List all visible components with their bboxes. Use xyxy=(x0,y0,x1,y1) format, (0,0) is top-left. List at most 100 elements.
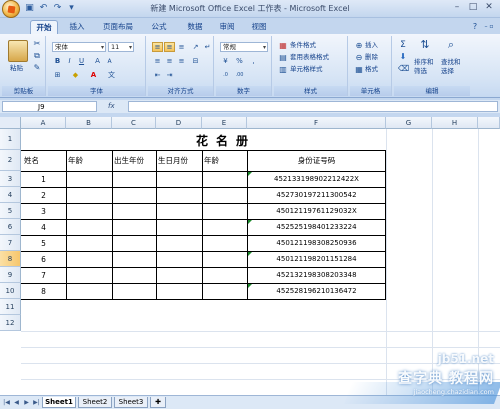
fill-icon[interactable]: ⬇ xyxy=(398,52,408,62)
tab-review[interactable]: 审阅 xyxy=(214,20,240,34)
insert-cells-button[interactable]: 插入 xyxy=(365,41,378,50)
row-header-9[interactable]: 9 xyxy=(0,267,21,283)
cut-icon[interactable]: ✂ xyxy=(32,39,42,49)
header-id-number[interactable]: 身份证号码 xyxy=(247,155,386,166)
record-id[interactable]: 450121198308250936 xyxy=(247,239,386,247)
table-format-icon[interactable]: ▤ xyxy=(278,53,288,63)
fx-icon[interactable]: fx xyxy=(108,101,124,112)
decrease-decimal-icon[interactable]: .00 xyxy=(234,70,245,80)
record-id[interactable]: 450121198201151284 xyxy=(247,255,386,263)
record-no[interactable]: 3 xyxy=(21,207,66,216)
tab-formulas[interactable]: 公式 xyxy=(146,20,172,34)
row-header-10[interactable]: 10 xyxy=(0,283,21,299)
worksheet-grid[interactable]: A B C D E F G H 1 2 3 4 5 6 7 8 9 10 11 … xyxy=(0,117,500,395)
phonetic-icon[interactable]: 文 xyxy=(106,70,117,80)
shrink-font-icon[interactable]: A xyxy=(104,56,115,66)
align-top-icon[interactable]: ≡ xyxy=(152,42,163,52)
wrap-text-icon[interactable]: ↵ xyxy=(202,42,213,52)
italic-button[interactable]: I xyxy=(64,56,75,66)
bold-button[interactable]: B xyxy=(52,56,63,66)
comma-icon[interactable]: , xyxy=(248,56,259,66)
row-header-3[interactable]: 3 xyxy=(0,171,21,187)
font-color-icon[interactable]: A xyxy=(88,70,99,80)
error-indicator-icon[interactable] xyxy=(248,252,252,256)
record-no[interactable]: 6 xyxy=(21,255,66,264)
delete-cells-button[interactable]: 删除 xyxy=(365,53,378,62)
orientation-icon[interactable]: ↗ xyxy=(190,42,201,52)
close-icon[interactable]: ✕ xyxy=(482,2,496,14)
tab-page-layout[interactable]: 页面布局 xyxy=(98,20,138,34)
column-header-e[interactable]: E xyxy=(202,117,247,129)
conditional-format-icon[interactable]: ▦ xyxy=(278,41,288,51)
error-indicator-icon[interactable] xyxy=(248,220,252,224)
copy-icon[interactable]: ⧉ xyxy=(32,51,42,61)
percent-icon[interactable]: % xyxy=(234,56,245,66)
row-header-4[interactable]: 4 xyxy=(0,187,21,203)
last-sheet-icon[interactable]: ▶| xyxy=(32,398,41,407)
align-left-icon[interactable]: ≡ xyxy=(152,56,163,66)
delete-cells-icon[interactable]: ⊖ xyxy=(354,53,364,63)
column-header-b[interactable]: B xyxy=(66,117,112,129)
record-id[interactable]: 452528196210136472 xyxy=(247,287,386,295)
number-format-combo[interactable]: 常规 xyxy=(220,42,268,52)
column-header-c[interactable]: C xyxy=(112,117,156,129)
find-select-icon[interactable]: ⌕ xyxy=(444,39,458,50)
increase-decimal-icon[interactable]: .0 xyxy=(220,70,231,80)
tab-view[interactable]: 视图 xyxy=(246,20,272,34)
align-right-icon[interactable]: ≡ xyxy=(176,56,187,66)
align-middle-icon[interactable]: ≡ xyxy=(164,42,175,52)
record-id[interactable]: 452132198308203348 xyxy=(247,271,386,279)
paste-button[interactable]: 粘贴 xyxy=(10,64,23,73)
maximize-icon[interactable]: □ xyxy=(466,2,480,14)
font-size-combo[interactable]: 11 xyxy=(108,42,134,52)
autosum-icon[interactable]: Σ xyxy=(398,40,408,50)
borders-icon[interactable]: ⊞ xyxy=(52,70,63,80)
sheet-tab-1[interactable]: Sheet1 xyxy=(42,397,76,408)
error-indicator-icon[interactable] xyxy=(248,284,252,288)
formula-input[interactable] xyxy=(128,101,498,112)
record-id[interactable]: 452525198401233224 xyxy=(247,223,386,231)
currency-icon[interactable]: ¥ xyxy=(220,56,231,66)
align-center-icon[interactable]: ≡ xyxy=(164,56,175,66)
header-birth-month[interactable]: 生日月份 xyxy=(158,155,188,166)
merge-center-icon[interactable]: ⊟ xyxy=(190,56,201,66)
underline-button[interactable]: U xyxy=(76,56,87,66)
grow-font-icon[interactable]: A xyxy=(92,56,103,66)
insert-cells-icon[interactable]: ⊕ xyxy=(354,41,364,51)
cell-style-icon[interactable]: ▥ xyxy=(278,65,288,75)
row-header-8[interactable]: 8 xyxy=(0,251,21,267)
format-painter-icon[interactable]: ✎ xyxy=(32,63,42,73)
tab-data[interactable]: 数据 xyxy=(182,20,208,34)
column-header-d[interactable]: D xyxy=(156,117,202,129)
record-id[interactable]: 45012119761129032X xyxy=(247,207,386,215)
table-format-button[interactable]: 套用表格格式 xyxy=(290,53,329,62)
record-no[interactable]: 5 xyxy=(21,239,66,248)
name-box[interactable]: J9 xyxy=(2,101,97,112)
row-header-5[interactable]: 5 xyxy=(0,203,21,219)
row-header-7[interactable]: 7 xyxy=(0,235,21,251)
insert-sheet-icon[interactable]: ✚ xyxy=(150,397,166,408)
column-header-f[interactable]: F xyxy=(247,117,386,129)
format-cells-icon[interactable]: ▦ xyxy=(354,65,364,75)
header-age[interactable]: 年龄 xyxy=(68,155,83,166)
record-id[interactable]: 452730197211300542 xyxy=(247,191,386,199)
align-bottom-icon[interactable]: ≡ xyxy=(176,42,187,52)
record-no[interactable]: 2 xyxy=(21,191,66,200)
row-header-6[interactable]: 6 xyxy=(0,219,21,235)
decrease-indent-icon[interactable]: ⇤ xyxy=(152,70,163,80)
paste-icon[interactable] xyxy=(8,40,28,62)
find-select-button[interactable]: 查找和 选择 xyxy=(441,58,461,76)
minimize-icon[interactable]: – xyxy=(450,2,464,14)
prev-sheet-icon[interactable]: ◀ xyxy=(12,398,21,407)
tab-home[interactable]: 开始 xyxy=(30,20,58,34)
header-name[interactable]: 姓名 xyxy=(24,155,39,166)
help-icon[interactable]: ? xyxy=(470,22,480,32)
row-header-11[interactable]: 11 xyxy=(0,299,21,315)
cell-style-button[interactable]: 单元格样式 xyxy=(290,65,323,74)
select-all-corner[interactable] xyxy=(0,117,21,129)
conditional-format-button[interactable]: 条件格式 xyxy=(290,41,316,50)
column-header-h[interactable]: H xyxy=(432,117,478,129)
column-header-a[interactable]: A xyxy=(21,117,66,129)
row-header-2[interactable]: 2 xyxy=(0,150,21,171)
first-sheet-icon[interactable]: |◀ xyxy=(2,398,11,407)
